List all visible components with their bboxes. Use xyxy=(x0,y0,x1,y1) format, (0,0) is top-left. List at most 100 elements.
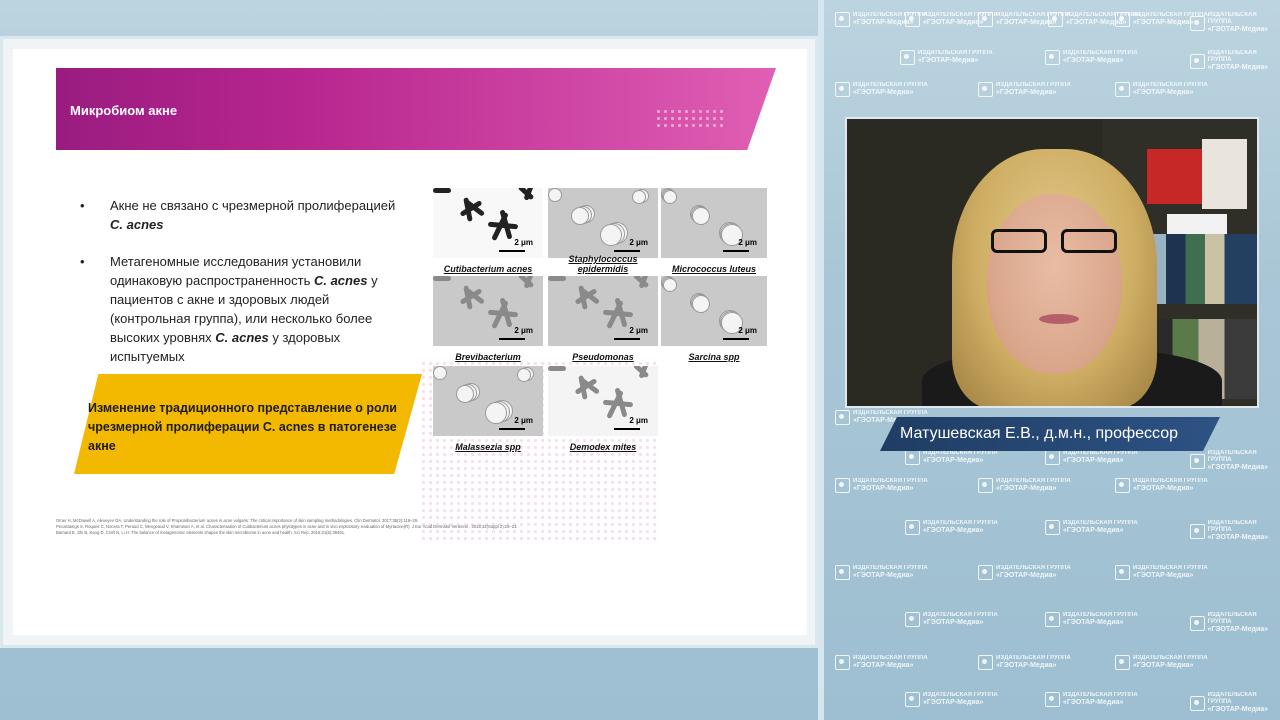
publisher-logo: ИЗДАТЕЛЬСКАЯ ГРУППА «ГЭОТАР-Медиа» xyxy=(1190,520,1280,542)
publisher-logo-icon xyxy=(1115,565,1130,580)
publisher-logo: ИЗДАТЕЛЬСКАЯ ГРУППА «ГЭОТАР-Медиа» xyxy=(978,655,1071,670)
publisher-logo-line: ИЗДАТЕЛЬСКАЯ ГРУППА xyxy=(1207,12,1257,25)
publisher-logo-text: ИЗДАТЕЛЬСКАЯ ГРУППА «ГЭОТАР-Медиа» xyxy=(923,692,998,707)
publisher-logo-line: «ГЭОТАР-Медиа» xyxy=(996,485,1057,492)
publisher-logo-icon xyxy=(905,520,920,535)
publisher-logo-line: «ГЭОТАР-Медиа» xyxy=(1063,457,1124,464)
micrograph-2: 2 μm Staphylococcus epidermidis xyxy=(548,188,658,274)
publisher-logo-line: «ГЭОТАР-Медиа» xyxy=(923,527,984,534)
publisher-logo: ИЗДАТЕЛЬСКАЯ ГРУППА «ГЭОТАР-Медиа» xyxy=(835,82,928,97)
publisher-logo-icon xyxy=(978,478,993,493)
micrograph-image xyxy=(433,276,543,346)
scale-label: 2 μm xyxy=(514,416,533,425)
publisher-logo-text: ИЗДАТЕЛЬСКАЯ ГРУППА «ГЭОТАР-Медиа» xyxy=(853,565,928,580)
publisher-logo-line: ИЗДАТЕЛЬСКАЯ ГРУППА xyxy=(1063,450,1138,456)
publisher-logo-text: ИЗДАТЕЛЬСКАЯ ГРУППА «ГЭОТАР-Медиа» xyxy=(1063,520,1138,535)
publisher-logo: ИЗДАТЕЛЬСКАЯ ГРУППА «ГЭОТАР-Медиа» xyxy=(835,655,928,670)
publisher-logo-line: «ГЭОТАР-Медиа» xyxy=(1133,89,1194,96)
publisher-logo-line: «ГЭОТАР-Медиа» xyxy=(853,572,914,579)
references: Omer H, McDowell A, Alexeyev OA. Underst… xyxy=(56,518,656,536)
publisher-logo-text: ИЗДАТЕЛЬСКАЯ ГРУППА «ГЭОТАР-Медиа» xyxy=(996,655,1071,670)
speaker-mouth xyxy=(1039,314,1079,324)
publisher-logo-line: «ГЭОТАР-Медиа» xyxy=(1207,64,1269,71)
micrograph-image xyxy=(661,188,767,258)
scale-label: 2 μm xyxy=(514,238,533,247)
publisher-logo-icon xyxy=(1190,695,1205,711)
publisher-logo-line: «ГЭОТАР-Медиа» xyxy=(1207,626,1269,633)
scale-label: 2 μm xyxy=(629,416,648,425)
publisher-logo-icon xyxy=(1115,478,1130,493)
publisher-logo-line: ИЗДАТЕЛЬСКАЯ ГРУППА xyxy=(923,450,998,456)
publisher-logo-text: ИЗДАТЕЛЬСКАЯ ГРУППА «ГЭОТАР-Медиа» xyxy=(996,478,1071,493)
micrograph-image xyxy=(548,188,658,258)
scale-bar xyxy=(614,250,640,252)
publisher-logo-line: «ГЭОТАР-Медиа» xyxy=(1063,57,1124,64)
bullet-emphasis: C. acnes xyxy=(110,217,164,232)
publisher-logo-text: ИЗДАТЕЛЬСКАЯ ГРУППА «ГЭОТАР-Медиа» xyxy=(1133,82,1208,97)
publisher-logo-icon xyxy=(1190,453,1205,469)
micrograph-caption: Demodex mites xyxy=(569,442,637,452)
publisher-logo-line: ИЗДАТЕЛЬСКАЯ ГРУППА xyxy=(1063,612,1138,618)
publisher-logo: ИЗДАТЕЛЬСКАЯ ГРУППА «ГЭОТАР-Медиа» xyxy=(1115,82,1208,97)
micrograph-3: 2 μm Micrococcus luteus xyxy=(661,188,767,274)
micrograph-caption: Sarcina spp xyxy=(688,352,740,362)
publisher-logo-line: «ГЭОТАР-Медиа» xyxy=(1207,534,1269,541)
publisher-logo-line: ИЗДАТЕЛЬСКАЯ ГРУППА xyxy=(853,655,928,661)
micrograph-image xyxy=(433,188,543,258)
publisher-logo-line: ИЗДАТЕЛЬСКАЯ ГРУППА xyxy=(996,82,1071,88)
publisher-logo: ИЗДАТЕЛЬСКАЯ ГРУППА «ГЭОТАР-Медиа» xyxy=(1190,450,1280,472)
publisher-logo-icon xyxy=(1045,50,1060,65)
publisher-logo-icon xyxy=(1190,523,1205,539)
publisher-logo: ИЗДАТЕЛЬСКАЯ ГРУППА «ГЭОТАР-Медиа» xyxy=(978,478,1071,493)
publisher-logo-text: ИЗДАТЕЛЬСКАЯ ГРУППА «ГЭОТАР-Медиа» xyxy=(923,612,998,627)
speaker-name: Матушевская Е.В., д.м.н., профессор xyxy=(900,425,1178,442)
publisher-logo-text: ИЗДАТЕЛЬСКАЯ ГРУППА «ГЭОТАР-Медиа» xyxy=(1208,692,1280,714)
publisher-logo-icon xyxy=(978,12,993,27)
micrograph-6: 2 μm Sarcina spp xyxy=(661,276,767,362)
publisher-logo-line: «ГЭОТАР-Медиа» xyxy=(853,89,914,96)
micrograph-caption: Staphylococcus epidermidis xyxy=(568,254,638,274)
scale-bar xyxy=(614,428,640,430)
publisher-logo: ИЗДАТЕЛЬСКАЯ ГРУППА «ГЭОТАР-Медиа» xyxy=(1045,520,1138,535)
publisher-logo: ИЗДАТЕЛЬСКАЯ ГРУППА «ГЭОТАР-Медиа» xyxy=(905,612,998,627)
publisher-logo-icon xyxy=(1190,15,1205,31)
scale-bar xyxy=(614,338,640,340)
publisher-logo: ИЗДАТЕЛЬСКАЯ ГРУППА «ГЭОТАР-Медиа» xyxy=(835,565,928,580)
publisher-logo: ИЗДАТЕЛЬСКАЯ ГРУППА «ГЭОТАР-Медиа» xyxy=(905,692,998,707)
publisher-logo-text: ИЗДАТЕЛЬСКАЯ ГРУППА «ГЭОТАР-Медиа» xyxy=(918,50,993,65)
publisher-logo-text: ИЗДАТЕЛЬСКАЯ ГРУППА «ГЭОТАР-Медиа» xyxy=(1208,520,1280,542)
webcam-video xyxy=(845,117,1259,408)
publisher-logo-line: ИЗДАТЕЛЬСКАЯ ГРУППА xyxy=(853,478,928,484)
publisher-logo: ИЗДАТЕЛЬСКАЯ ГРУППА «ГЭОТАР-Медиа» xyxy=(905,450,998,465)
speaker-face xyxy=(987,194,1122,374)
publisher-logo-icon xyxy=(1048,12,1063,27)
bullet-dot: • xyxy=(80,198,85,213)
publisher-logo-text: ИЗДАТЕЛЬСКАЯ ГРУППА «ГЭОТАР-Медиа» xyxy=(1208,450,1280,472)
publisher-logo-line: «ГЭОТАР-Медиа» xyxy=(1063,527,1124,534)
scale-label: 2 μm xyxy=(738,238,757,247)
publisher-logo-line: «ГЭОТАР-Медиа» xyxy=(1207,706,1269,713)
publisher-logo-text: ИЗДАТЕЛЬСКАЯ ГРУППА «ГЭОТАР-Медиа» xyxy=(1133,565,1208,580)
publisher-logo-icon xyxy=(1190,53,1205,69)
publisher-logo-line: ИЗДАТЕЛЬСКАЯ ГРУППА xyxy=(1063,692,1138,698)
publisher-logo-icon xyxy=(1190,615,1205,631)
publisher-logo-line: «ГЭОТАР-Медиа» xyxy=(1207,26,1269,33)
publisher-logo-text: ИЗДАТЕЛЬСКАЯ ГРУППА «ГЭОТАР-Медиа» xyxy=(1208,612,1280,634)
publisher-logo: ИЗДАТЕЛЬСКАЯ ГРУППА «ГЭОТАР-Медиа» xyxy=(1045,692,1138,707)
publisher-logo-icon xyxy=(1045,612,1060,627)
publisher-logo: ИЗДАТЕЛЬСКАЯ ГРУППА «ГЭОТАР-Медиа» xyxy=(978,82,1071,97)
publisher-logo: ИЗДАТЕЛЬСКАЯ ГРУППА «ГЭОТАР-Медиа» xyxy=(1190,692,1280,714)
publisher-logo-text: ИЗДАТЕЛЬСКАЯ ГРУППА «ГЭОТАР-Медиа» xyxy=(1133,655,1208,670)
publisher-logo-line: «ГЭОТАР-Медиа» xyxy=(996,89,1057,96)
micrograph-caption: Malassezia spp xyxy=(455,442,521,452)
micrograph-image xyxy=(548,276,658,346)
publisher-logo-line: ИЗДАТЕЛЬСКАЯ ГРУППА xyxy=(996,655,1071,661)
publisher-logo-line: ИЗДАТЕЛЬСКАЯ ГРУППА xyxy=(1133,655,1208,661)
publisher-logo-icon xyxy=(835,565,850,580)
micrograph-caption: Micrococcus luteus xyxy=(671,264,757,274)
publisher-logo-line: «ГЭОТАР-Медиа» xyxy=(996,662,1057,669)
publisher-logo-text: ИЗДАТЕЛЬСКАЯ ГРУППА «ГЭОТАР-Медиа» xyxy=(853,655,928,670)
scale-label: 2 μm xyxy=(629,326,648,335)
publisher-logo-line: «ГЭОТАР-Медиа» xyxy=(1063,619,1124,626)
publisher-logo-line: «ГЭОТАР-Медиа» xyxy=(923,699,984,706)
